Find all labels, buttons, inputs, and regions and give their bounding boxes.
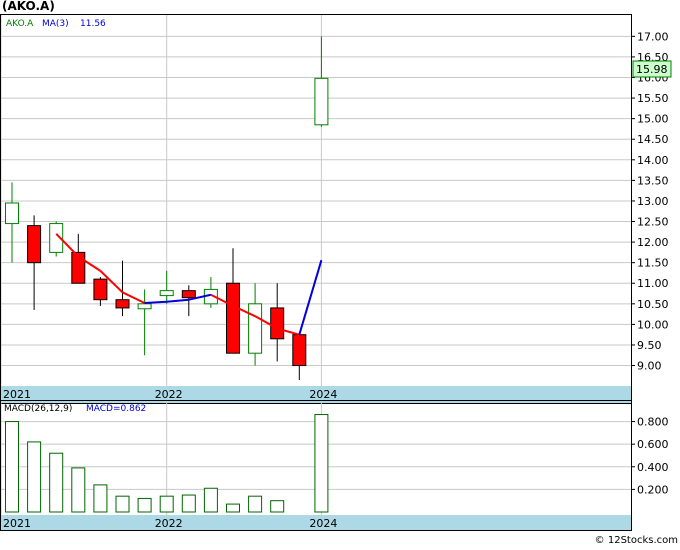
macd-x-tick-label: 2022 — [155, 517, 183, 530]
macd-y-tick-label: 0.600 — [637, 438, 669, 451]
macd-bar — [203, 487, 218, 513]
macd-legend-label: MACD(26,12,9) — [4, 404, 72, 414]
price-y-tick-label: 13.50 — [637, 174, 669, 187]
macd-bar — [248, 495, 263, 513]
macd-bar — [93, 484, 108, 513]
legend-ma-label: MA(3) — [42, 19, 69, 29]
ma-segment — [144, 300, 167, 304]
price-y-tick-label: 15.50 — [637, 92, 669, 105]
macd-bar — [115, 495, 130, 513]
candle-body — [314, 77, 329, 126]
price-y-tick-label: 10.50 — [637, 298, 669, 311]
price-x-tick-label: 2022 — [155, 388, 183, 401]
macd-y-tick-label: 0.400 — [637, 461, 669, 474]
price-y-tick-label: 15.00 — [637, 113, 669, 126]
macd-x-tick-label: 2024 — [309, 517, 337, 530]
candle-body — [27, 225, 42, 264]
legend-ticker: AKO.A — [6, 19, 34, 29]
macd-bar — [226, 503, 240, 513]
price-y-tick-label: 14.00 — [637, 154, 669, 167]
candle-body — [181, 290, 196, 299]
price-y-tick-label: 14.50 — [637, 133, 669, 146]
macd-bar — [181, 494, 196, 513]
stock-chart: 9.00 9.50 10.00 10.50 11.00 11.50 12.00 12.50 13… — [0, 0, 680, 546]
price-x-tick-label: 2024 — [309, 388, 337, 401]
price-y-tick-label: 9.50 — [637, 339, 662, 352]
price-y-tick-label: 11.00 — [637, 277, 669, 290]
candle-body — [93, 278, 108, 301]
macd-x-tick-label: 2021 — [3, 517, 31, 530]
candle-body — [270, 307, 285, 340]
watermark: © 12Stocks.com — [595, 535, 678, 546]
macd-bar — [49, 452, 64, 513]
macd-y-tick-label: 0.200 — [637, 483, 669, 496]
price-y-tick-label: 11.50 — [637, 257, 669, 270]
macd-bar — [5, 421, 19, 513]
price-y-axis: 9.00 9.50 10.00 10.50 11.00 11.50 12.00 12.50 13… — [631, 30, 669, 373]
macd-y-tick-label: 0.800 — [637, 416, 669, 429]
macd-bar — [270, 500, 285, 513]
price-y-tick-label: 10.00 — [637, 318, 669, 331]
candle-body — [115, 299, 130, 309]
macd-bar — [71, 467, 86, 513]
candle-body — [226, 282, 240, 354]
price-y-tick-label: 17.00 — [637, 30, 669, 43]
last-price-label: 15.98 — [636, 63, 668, 76]
price-y-tick-label: 12.00 — [637, 236, 669, 249]
price-y-tick-label: 12.50 — [637, 216, 669, 229]
price-x-tick-label: 2021 — [3, 388, 31, 401]
price-y-tick-label: 9.00 — [637, 360, 662, 373]
chart-svg: 9.00 9.50 10.00 10.50 11.00 11.50 12.00 12.50 13… — [0, 0, 680, 546]
candle-body — [248, 303, 263, 354]
macd-bar — [27, 441, 42, 513]
candle-body — [137, 303, 152, 310]
macd-bar — [137, 497, 152, 513]
macd-bar — [314, 414, 329, 513]
macd-legend-value: MACD=0.862 — [86, 404, 146, 414]
candle-body — [5, 202, 19, 225]
candle-body — [159, 290, 174, 297]
price-y-tick-label: 13.00 — [637, 195, 669, 208]
legend-ma-value: 11.56 — [80, 19, 106, 29]
macd-bar — [159, 495, 174, 513]
chart-title: (AKO.A) — [2, 0, 55, 13]
candle-body — [292, 334, 307, 367]
